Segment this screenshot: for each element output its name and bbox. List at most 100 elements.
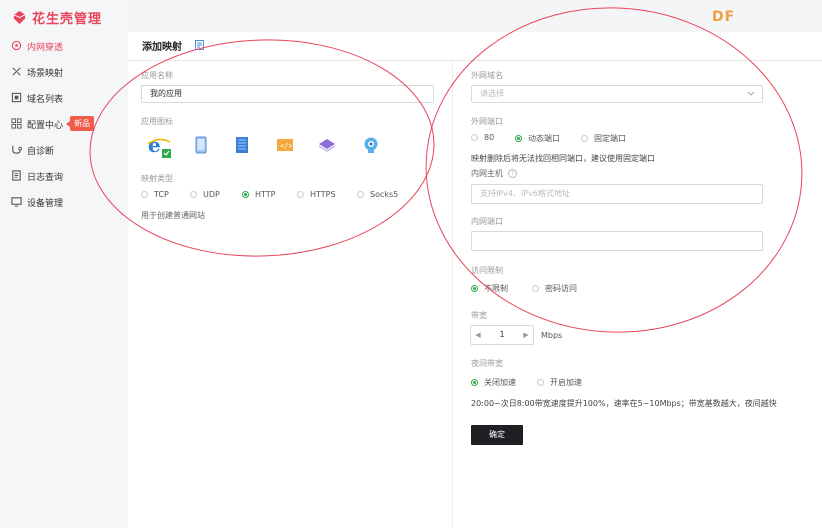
radio-dot (471, 134, 478, 141)
domain-select[interactable]: 请选择 (471, 85, 763, 103)
sidebar-item-diagnose[interactable]: 自诊断 (0, 138, 128, 162)
host-label: 内网主机? (471, 168, 517, 179)
radio-label: 80 (484, 133, 495, 142)
map-type-tcp[interactable]: TCP (141, 190, 169, 199)
app-icon-label: 应用图标 (141, 117, 173, 126)
host-input[interactable]: 支持IPv4、IPv6格式地址 (471, 184, 763, 204)
inner-port-label: 内网端口 (471, 217, 503, 226)
domain-icon (11, 92, 22, 103)
app-name-input[interactable]: 我的应用 (141, 85, 434, 103)
code-icon[interactable]: </> (276, 136, 294, 154)
inner-port-input[interactable] (471, 231, 763, 251)
domain-label: 外网域名 (471, 71, 503, 80)
confirm-button[interactable]: 确定 (471, 425, 523, 445)
radio-label: UDP (203, 190, 220, 199)
port-label: 外网端口 (471, 117, 503, 126)
decrement-icon[interactable]: ◀ (471, 326, 485, 344)
app-name-value: 我的应用 (150, 89, 182, 98)
radio-dot (471, 379, 478, 386)
radio-label: Socks5 (370, 190, 399, 199)
map-type-label: 映射类型 (141, 174, 173, 183)
sidebar: 花生壳管理 内网穿透 场景映射 域名列表 配置中心 新品 自诊断 日志查询 设备… (0, 0, 128, 528)
camera-icon[interactable] (362, 136, 380, 154)
radio-label: 动态端口 (528, 134, 560, 143)
ie-icon[interactable]: e (146, 132, 172, 158)
access-unlimited[interactable]: 不限制 (471, 283, 508, 294)
sidebar-item-device[interactable]: 设备管理 (0, 190, 128, 214)
radio-label: 不限制 (484, 284, 508, 293)
bandwidth-value: 1 (499, 330, 505, 339)
sidebar-item-label: 域名列表 (27, 95, 64, 105)
radio-dot (581, 135, 588, 142)
network-icon (11, 40, 22, 51)
radio-dot (190, 191, 197, 198)
domain-placeholder: 请选择 (480, 89, 504, 98)
port-fixed[interactable]: 固定端口 (581, 133, 626, 144)
sidebar-item-label: 配置中心 (27, 121, 64, 131)
column-divider (452, 62, 453, 528)
access-label: 访问限制 (471, 266, 503, 275)
map-type-https[interactable]: HTTPS (297, 190, 336, 199)
new-badge: 新品 (66, 116, 94, 131)
map-type-hint: 用于创建普通网站 (141, 211, 205, 220)
diagnose-icon (12, 145, 22, 154)
radio-dot (532, 285, 539, 292)
map-type-udp[interactable]: UDP (190, 190, 220, 199)
access-password[interactable]: 密码访问 (532, 283, 577, 294)
radio-dot (471, 285, 478, 292)
log-icon (12, 170, 21, 181)
map-type-socks5[interactable]: Socks5 (357, 190, 398, 199)
sidebar-item-scene[interactable]: 场景映射 (0, 60, 128, 84)
radio-label: 开启加速 (550, 378, 582, 387)
radio-label: HTTPS (310, 190, 336, 199)
radio-label: 固定端口 (594, 134, 626, 143)
brand[interactable]: 花生壳管理 (12, 8, 102, 27)
radio-dot (537, 379, 544, 386)
stack-icon[interactable] (318, 136, 336, 154)
main-panel (128, 32, 822, 528)
phone-icon[interactable] (192, 136, 210, 154)
watermark-df: DF (712, 9, 736, 25)
radio-dot (297, 191, 304, 198)
night-on[interactable]: 开启加速 (537, 377, 582, 388)
bandwidth-label: 带宽 (471, 311, 487, 320)
sidebar-item-log[interactable]: 日志查询 (0, 164, 128, 188)
svg-text:</>: </> (280, 142, 293, 150)
svg-text:e: e (148, 133, 161, 157)
book-icon[interactable] (233, 136, 251, 154)
bandwidth-unit: Mbps (541, 331, 563, 340)
sidebar-item-label: 场景映射 (27, 69, 64, 79)
radio-label: 关闭加速 (484, 378, 516, 387)
port-hint: 映射删除后将无法找回相同端口，建议使用固定端口 (471, 154, 655, 163)
radio-dot (242, 191, 249, 198)
radio-label: HTTP (255, 190, 276, 199)
help-icon[interactable]: ? (508, 169, 517, 178)
sidebar-item-label: 设备管理 (27, 199, 64, 209)
port-80[interactable]: 80 (471, 133, 494, 142)
page-title: 添加映射 (142, 42, 182, 53)
document-icon[interactable] (195, 40, 204, 50)
sidebar-item-config[interactable]: 配置中心 新品 (0, 112, 128, 136)
app-name-label: 应用名称 (141, 71, 173, 80)
sidebar-item-label: 内网穿透 (27, 43, 64, 53)
night-label: 夜间带宽 (471, 359, 503, 368)
radio-dot (141, 191, 148, 198)
chevron-down-icon (747, 91, 755, 96)
port-dynamic[interactable]: 动态端口 (515, 133, 560, 144)
page-header: 添加映射 (128, 32, 822, 61)
sidebar-item-label: 自诊断 (27, 147, 55, 157)
sidebar-item-intranet[interactable]: 内网穿透 (0, 34, 128, 58)
host-placeholder: 支持IPv4、IPv6格式地址 (480, 189, 571, 198)
device-icon (11, 197, 22, 207)
night-off[interactable]: 关闭加速 (471, 377, 516, 388)
night-hint: 20:00~次日8:00带宽速度提升100%，速率在5~10Mbps；带宽基数越… (471, 399, 777, 408)
radio-dot (515, 135, 522, 142)
host-label-text: 内网主机 (471, 169, 503, 178)
sidebar-item-domain[interactable]: 域名列表 (0, 86, 128, 110)
radio-label: TCP (154, 190, 169, 199)
bandwidth-stepper[interactable]: ◀ 1 ▶ (470, 325, 534, 345)
map-type-http[interactable]: HTTP (242, 190, 275, 199)
increment-icon[interactable]: ▶ (519, 326, 533, 344)
grid-icon (11, 118, 22, 129)
scene-icon (12, 67, 21, 76)
